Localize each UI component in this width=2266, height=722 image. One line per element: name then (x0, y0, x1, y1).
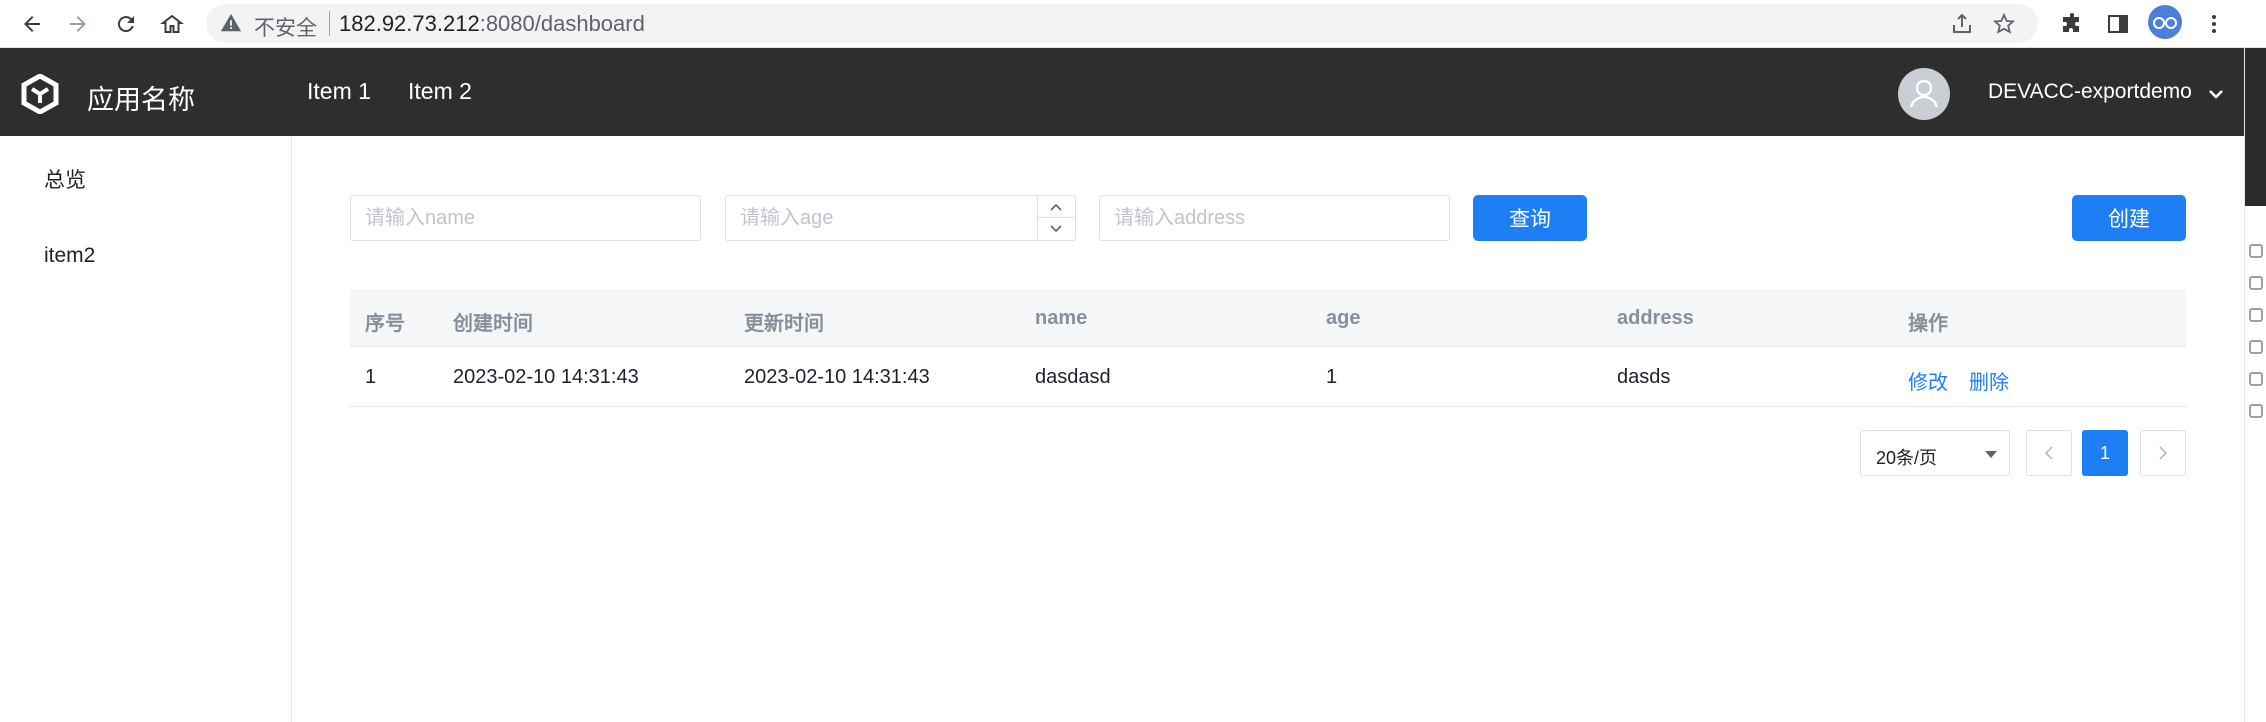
column-header-index: 序号 (365, 313, 405, 335)
sidebar-item-item2[interactable]: item2 (44, 244, 95, 268)
back-icon[interactable] (14, 6, 50, 42)
name-input[interactable] (350, 195, 701, 241)
forward-icon[interactable] (60, 6, 96, 42)
stepper-up-icon[interactable] (1038, 196, 1074, 218)
warning-icon (220, 13, 242, 32)
cell-index: 1 (365, 366, 377, 388)
page-size-value: 20条/页 (1876, 448, 1938, 468)
create-button[interactable]: 创建 (2072, 195, 2186, 241)
strip-icon (2249, 404, 2263, 418)
cell-address: dasds (1617, 366, 1671, 388)
page-size-select[interactable]: 20条/页 (1860, 430, 2010, 476)
cell-age: 1 (1326, 366, 1338, 388)
menu-icon[interactable] (2196, 6, 2232, 42)
sidebar-item-overview[interactable]: 总览 (44, 164, 86, 194)
cell-created: 2023-02-10 14:31:43 (453, 366, 639, 388)
star-icon[interactable] (1992, 12, 2016, 36)
extensions-icon[interactable] (2054, 6, 2090, 42)
user-avatar[interactable] (1898, 68, 1950, 120)
column-header-created: 创建时间 (453, 313, 533, 335)
sidebar: 总览 item2 (0, 136, 292, 722)
age-input[interactable] (725, 195, 1076, 241)
column-header-age: age (1326, 307, 1361, 329)
chevron-down-icon[interactable] (2206, 84, 2226, 104)
next-page-button[interactable] (2140, 430, 2186, 476)
delete-link[interactable]: 删除 (1969, 366, 2009, 395)
insecure-label: 不安全 (254, 17, 317, 40)
column-header-updated: 更新时间 (744, 313, 824, 335)
strip-icon (2249, 244, 2263, 258)
column-header-address: address (1617, 307, 1694, 329)
share-icon[interactable] (1950, 12, 1974, 36)
app-header: 应用名称 Item 1 Item 2 DEVACC-exportdemo (0, 48, 2244, 136)
table-row: 1 2023-02-10 14:31:43 2023-02-10 14:31:4… (350, 347, 2186, 407)
prev-page-button[interactable] (2026, 430, 2072, 476)
sidepanel-icon[interactable] (2100, 6, 2136, 42)
username[interactable]: DEVACC-exportdemo (1988, 80, 2192, 104)
address-bar[interactable]: 不安全 182.92.73.212:8080/dashboard (206, 4, 2038, 43)
column-header-actions: 操作 (1908, 313, 1948, 335)
strip-icon (2249, 308, 2263, 322)
stepper-down-icon[interactable] (1038, 218, 1074, 240)
strip-icon (2249, 372, 2263, 386)
query-button[interactable]: 查询 (1473, 195, 1587, 241)
table-header: 序号 创建时间 更新时间 name age address 操作 (350, 289, 2186, 347)
chevron-left-icon (2044, 446, 2053, 460)
home-icon[interactable] (154, 6, 190, 42)
cell-updated: 2023-02-10 14:31:43 (744, 366, 930, 388)
app-name: 应用名称 (87, 85, 195, 115)
strip-icon (2249, 276, 2263, 290)
omnibox-separator (329, 11, 330, 36)
address-input[interactable] (1099, 195, 1450, 241)
chevron-right-icon (2159, 446, 2168, 460)
edit-link[interactable]: 修改 (1908, 366, 1948, 395)
adjacent-window-edge (2244, 48, 2266, 722)
nav-item-2[interactable]: Item 2 (408, 78, 472, 105)
browser-toolbar: 不安全 182.92.73.212:8080/dashboard (0, 0, 2266, 48)
reload-icon[interactable] (108, 6, 144, 42)
app-logo-icon (21, 74, 59, 114)
url-text: 182.92.73.212:8080/dashboard (339, 11, 645, 37)
nav-item-1[interactable]: Item 1 (307, 78, 371, 105)
adjacent-window-dark-area (2245, 48, 2266, 206)
caret-down-icon (1985, 451, 1997, 458)
url-host: 182.92.73.212 (339, 11, 480, 36)
age-stepper[interactable] (1037, 196, 1074, 240)
column-header-name: name (1035, 307, 1088, 329)
cell-name: dasdasd (1035, 366, 1111, 388)
page-button-current[interactable]: 1 (2082, 430, 2128, 476)
url-path: :8080/dashboard (479, 11, 645, 36)
profile-avatar[interactable] (2148, 5, 2182, 39)
strip-icon (2249, 340, 2263, 354)
